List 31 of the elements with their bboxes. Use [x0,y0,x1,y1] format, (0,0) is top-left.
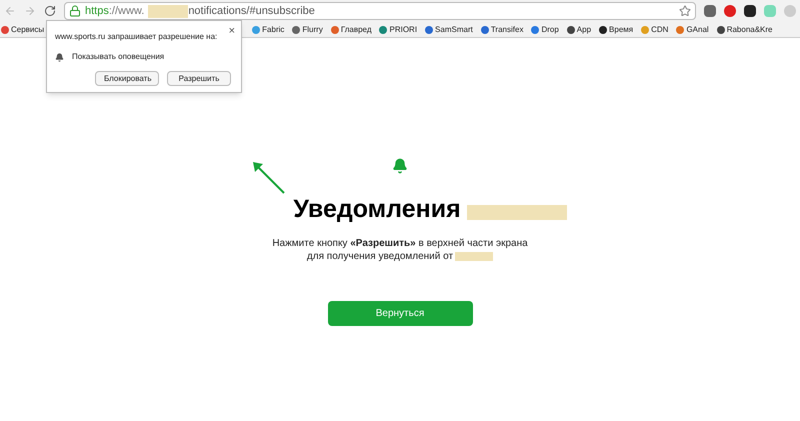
url-text: https://www. [85,4,144,19]
extension-icon[interactable] [744,5,756,17]
bookmark-link[interactable]: Fabric [262,24,284,36]
instruction-text: Нажмите кнопку «Разрешить» в верхней части экрана для получения уведомлений от [272,236,528,262]
page-title: Уведомления [293,194,461,225]
bookmark-link[interactable]: Transifex [490,24,524,36]
lock-icon [69,5,81,17]
bookmark-star-icon[interactable] [679,5,691,17]
bell-icon [55,52,64,62]
redaction-mark [148,4,188,18]
permission-message: www.sports.ru запрашивает разрешение на: [55,31,218,43]
block-button[interactable]: Блокировать [95,71,159,86]
bell-icon [392,158,408,174]
bookmark-link[interactable]: Flurry [302,24,323,36]
bookmark-link[interactable]: Сервисы [11,24,44,36]
url-path: notifications/#unsubscribe [188,4,315,19]
pointer-arrow [250,159,286,195]
reload-icon[interactable] [44,5,56,17]
bookmark-link[interactable]: Drop [541,24,559,36]
bookmark-link[interactable]: GAnal [686,24,709,36]
bookmark-link[interactable]: Главред [340,24,372,36]
bookmark-link[interactable]: Время [609,24,634,36]
bookmark-link[interactable]: App [576,24,592,36]
bookmark-link[interactable]: CDN [651,24,668,36]
bookmark-link[interactable]: PRIORI [389,24,418,36]
allow-button[interactable]: Разрешить [167,71,231,86]
permission-label: Показывать оповещения [72,51,164,63]
address-field[interactable]: https://www. notifications/#unsubscribe [64,2,696,20]
close-button[interactable]: × [228,23,235,40]
bookmark-link[interactable]: SamSmart [435,24,473,36]
bookmark-link[interactable]: Rabona&Kre [726,24,772,36]
